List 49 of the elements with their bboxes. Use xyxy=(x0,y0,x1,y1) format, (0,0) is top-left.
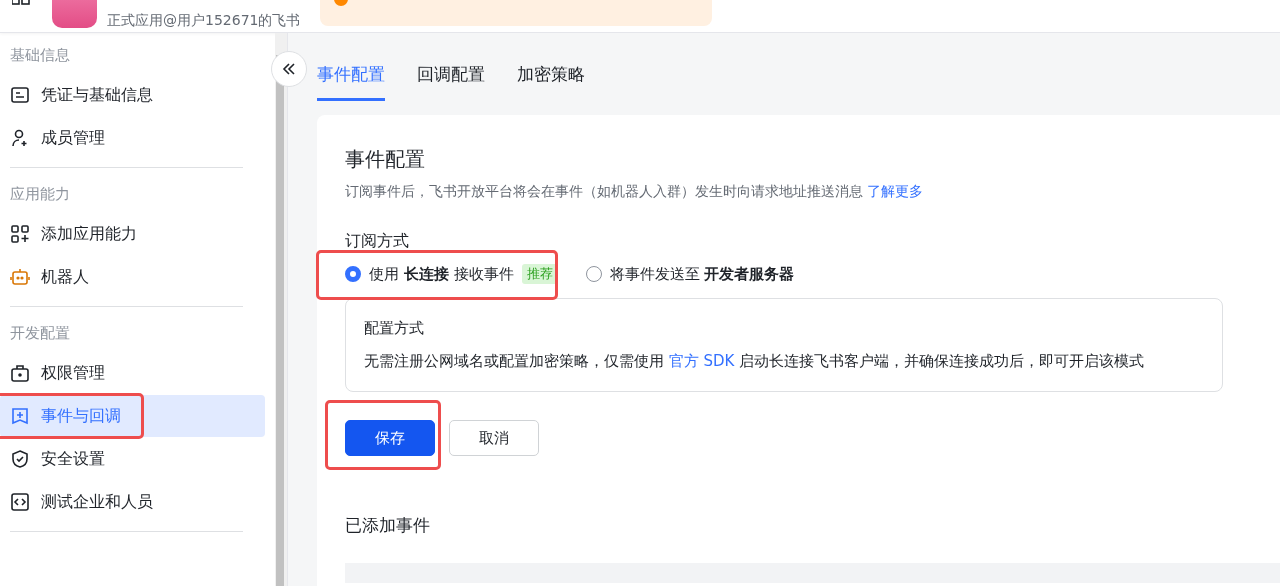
tab[interactable]: 加密策略 xyxy=(517,63,585,101)
robot-icon xyxy=(10,267,30,287)
info-title: 配置方式 xyxy=(364,319,425,338)
tab[interactable]: 事件配置 xyxy=(317,63,385,101)
code-icon xyxy=(10,492,30,512)
sdk-link[interactable]: 官方 SDK xyxy=(668,352,735,370)
user-add-icon xyxy=(10,128,30,148)
scrollbar[interactable] xyxy=(275,33,287,586)
info-text: 无需注册公网域名或配置加密策略，仅需使用 官方 SDK 启动长连接飞书客户端，并确保连接成功后，即可开启该模式 xyxy=(364,352,1146,371)
app-subtitle: 正式应用@用户152671的飞书 xyxy=(107,11,301,29)
cancel-button[interactable]: 取消 xyxy=(449,420,539,456)
sidebar-item-label: 事件与回调 xyxy=(41,405,121,427)
sidebar-item[interactable]: 权限管理 xyxy=(0,352,265,394)
tab[interactable]: 回调配置 xyxy=(417,63,485,101)
double-chevron-left-icon xyxy=(282,63,296,75)
sidebar-item-label: 成员管理 xyxy=(41,127,105,149)
description-text: 订阅事件后，飞书开放平台将会在事件（如机器人入群）发生时向请求地址推送消息 了解更多 xyxy=(345,183,925,201)
sidebar-item[interactable]: 安全设置 xyxy=(0,438,265,480)
subscription-label: 订阅方式 xyxy=(345,231,410,252)
sidebar-item[interactable]: 成员管理 xyxy=(0,117,265,159)
option-label: 将事件发送至 开发者服务器 xyxy=(609,264,795,284)
radio-button[interactable] xyxy=(585,266,602,282)
save-button[interactable]: 保存 xyxy=(345,420,435,456)
shield-check-icon xyxy=(10,449,30,469)
sidebar-item[interactable]: 事件与回调 xyxy=(0,395,265,437)
sidebar-item[interactable]: 机器人 xyxy=(0,256,265,298)
sidebar-item[interactable]: 凭证与基础信息 xyxy=(0,74,265,116)
sidebar-item-label: 机器人 xyxy=(41,266,89,288)
sidebar-item-label: 添加应用能力 xyxy=(41,223,137,245)
section-title: 应用能力 xyxy=(9,184,71,205)
sidebar-item-label: 凭证与基础信息 xyxy=(41,84,153,106)
sidebar-item-label: 测试企业和人员 xyxy=(41,491,153,513)
sidebar-item[interactable]: 添加应用能力 xyxy=(0,213,265,255)
option-label: 使用 长连接 接收事件 xyxy=(369,264,514,284)
briefcase-icon xyxy=(10,363,30,383)
recommended-tag: 推荐 xyxy=(521,264,558,284)
radio-button[interactable] xyxy=(345,266,361,282)
section-title: 开发配置 xyxy=(9,323,71,344)
sidebar-item-label: 权限管理 xyxy=(41,362,105,384)
section-heading: 已添加事件 xyxy=(345,514,431,537)
sidebar-item[interactable]: 测试企业和人员 xyxy=(0,481,265,523)
section-heading: 事件配置 xyxy=(345,146,426,173)
learn-more-link[interactable]: 了解更多 xyxy=(867,183,924,199)
event-plus-icon xyxy=(10,406,30,426)
section-title: 基础信息 xyxy=(9,45,71,66)
apps-add-icon xyxy=(10,224,30,244)
grid-icon[interactable] xyxy=(12,0,30,6)
sidebar-item-label: 安全设置 xyxy=(41,448,105,470)
id-card-icon xyxy=(10,85,30,105)
